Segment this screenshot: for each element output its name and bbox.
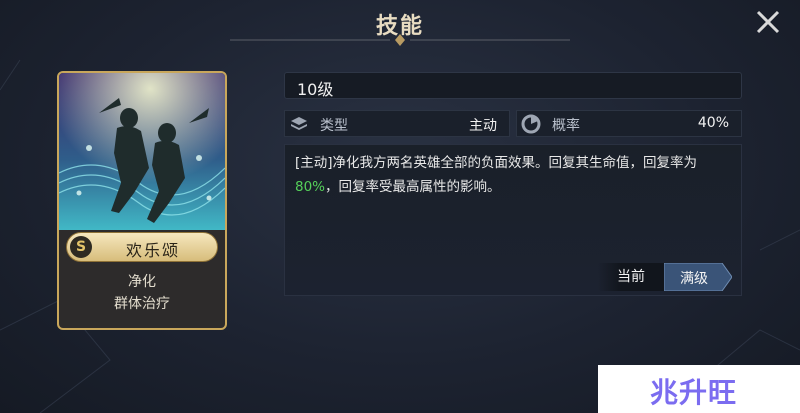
max-level-label: 满级 [680,271,708,287]
skill-level: 10级 [297,80,334,99]
skill-art-image [59,73,225,230]
watermark: 兆升旺 [598,365,800,413]
stat-chance: 概率 40% [516,110,742,137]
header: 技能 [0,0,800,50]
watermark-text: 兆升旺 [650,376,738,409]
stat-chance-value: 40% [697,115,729,131]
skill-card: S 欢乐颂 净化 群体治疗 [57,71,227,330]
skill-level-field: 10级 [284,72,742,99]
skill-description: [主动]净化我方两名英雄全部的负面效果。回复其生命值，回复率为 80%，回复率受最… [295,151,735,199]
stat-chance-label: 概率 [552,118,580,134]
stat-type-label: 类型 [320,118,348,134]
close-icon[interactable] [754,8,782,36]
skill-tag-primary: 净化 [128,274,156,290]
description-highlight: 80% [295,179,326,195]
current-level-button[interactable]: 当前 [598,263,664,291]
skill-tag-secondary: 群体治疗 [114,296,170,312]
skill-name: 欢乐颂 [125,241,180,260]
rank-badge: S [70,236,92,258]
description-text-end: ，回复率受最高属性的影响。 [325,179,501,195]
description-text: [主动]净化我方两名英雄全部的负面效果。回复其生命值，回复率为 [295,155,698,171]
pie-chart-icon [521,114,541,134]
stat-type-value: 主动 [469,118,497,134]
page-title: 技能 [375,14,424,39]
max-level-button[interactable]: 满级 [664,263,732,291]
skill-name-plate: S 欢乐颂 [66,232,218,262]
stat-type: 类型 主动 [284,110,510,137]
layers-icon [291,117,307,130]
